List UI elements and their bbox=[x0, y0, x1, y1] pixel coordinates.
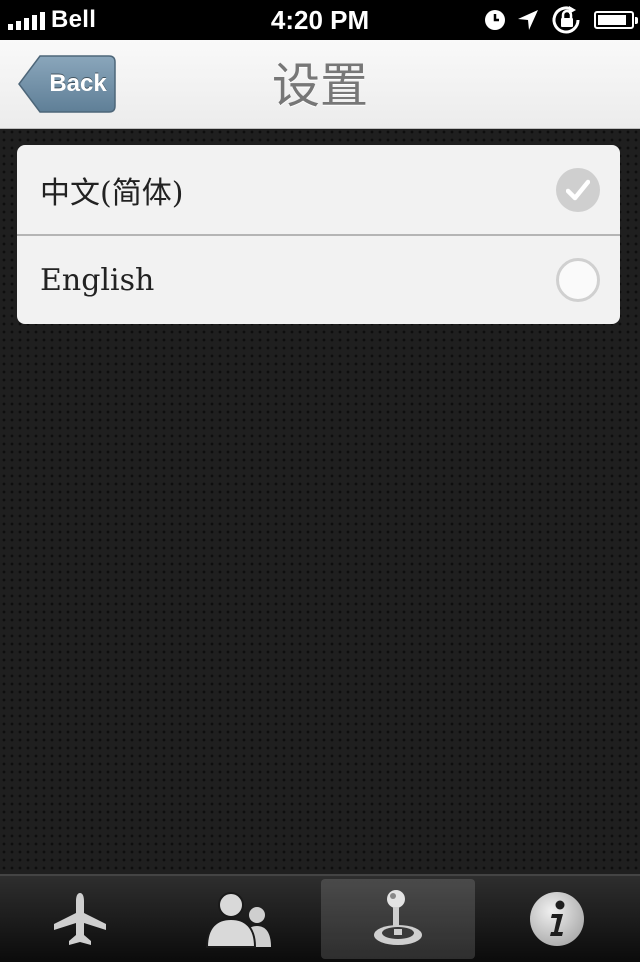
signal-icon bbox=[8, 10, 45, 30]
location-icon bbox=[518, 10, 538, 30]
navigation-bar: Back 设置 bbox=[0, 40, 640, 129]
rotation-lock-icon bbox=[552, 6, 580, 34]
language-option-label: 中文(简体) bbox=[40, 175, 184, 211]
tab-games[interactable] bbox=[321, 879, 475, 959]
clock-icon bbox=[485, 10, 505, 30]
back-button-label: Back bbox=[49, 70, 107, 97]
status-bar: Bell 4:20 PM bbox=[0, 0, 640, 40]
radio-unchecked-icon bbox=[556, 258, 600, 302]
tab-flights[interactable] bbox=[3, 876, 157, 962]
language-option-list: 中文(简体) English bbox=[17, 145, 620, 324]
page-title: 设置 bbox=[271, 58, 368, 114]
back-button[interactable]: Back bbox=[18, 55, 116, 113]
tab-info[interactable] bbox=[480, 876, 634, 962]
tab-people[interactable] bbox=[162, 876, 316, 962]
info-icon bbox=[530, 892, 584, 946]
joystick-icon bbox=[374, 890, 422, 945]
status-left: Bell bbox=[8, 0, 96, 40]
battery-icon bbox=[594, 11, 638, 29]
tab-bar bbox=[0, 874, 640, 962]
status-right bbox=[484, 0, 638, 40]
language-option-english[interactable]: English bbox=[17, 234, 620, 324]
checkmark-icon bbox=[556, 167, 600, 212]
airplane-icon bbox=[54, 893, 106, 945]
carrier-name: Bell bbox=[51, 6, 97, 33]
language-option-chinese[interactable]: 中文(简体) bbox=[17, 145, 620, 234]
battery-level bbox=[598, 15, 627, 25]
language-option-label: English bbox=[40, 262, 155, 298]
people-icon bbox=[205, 892, 271, 948]
